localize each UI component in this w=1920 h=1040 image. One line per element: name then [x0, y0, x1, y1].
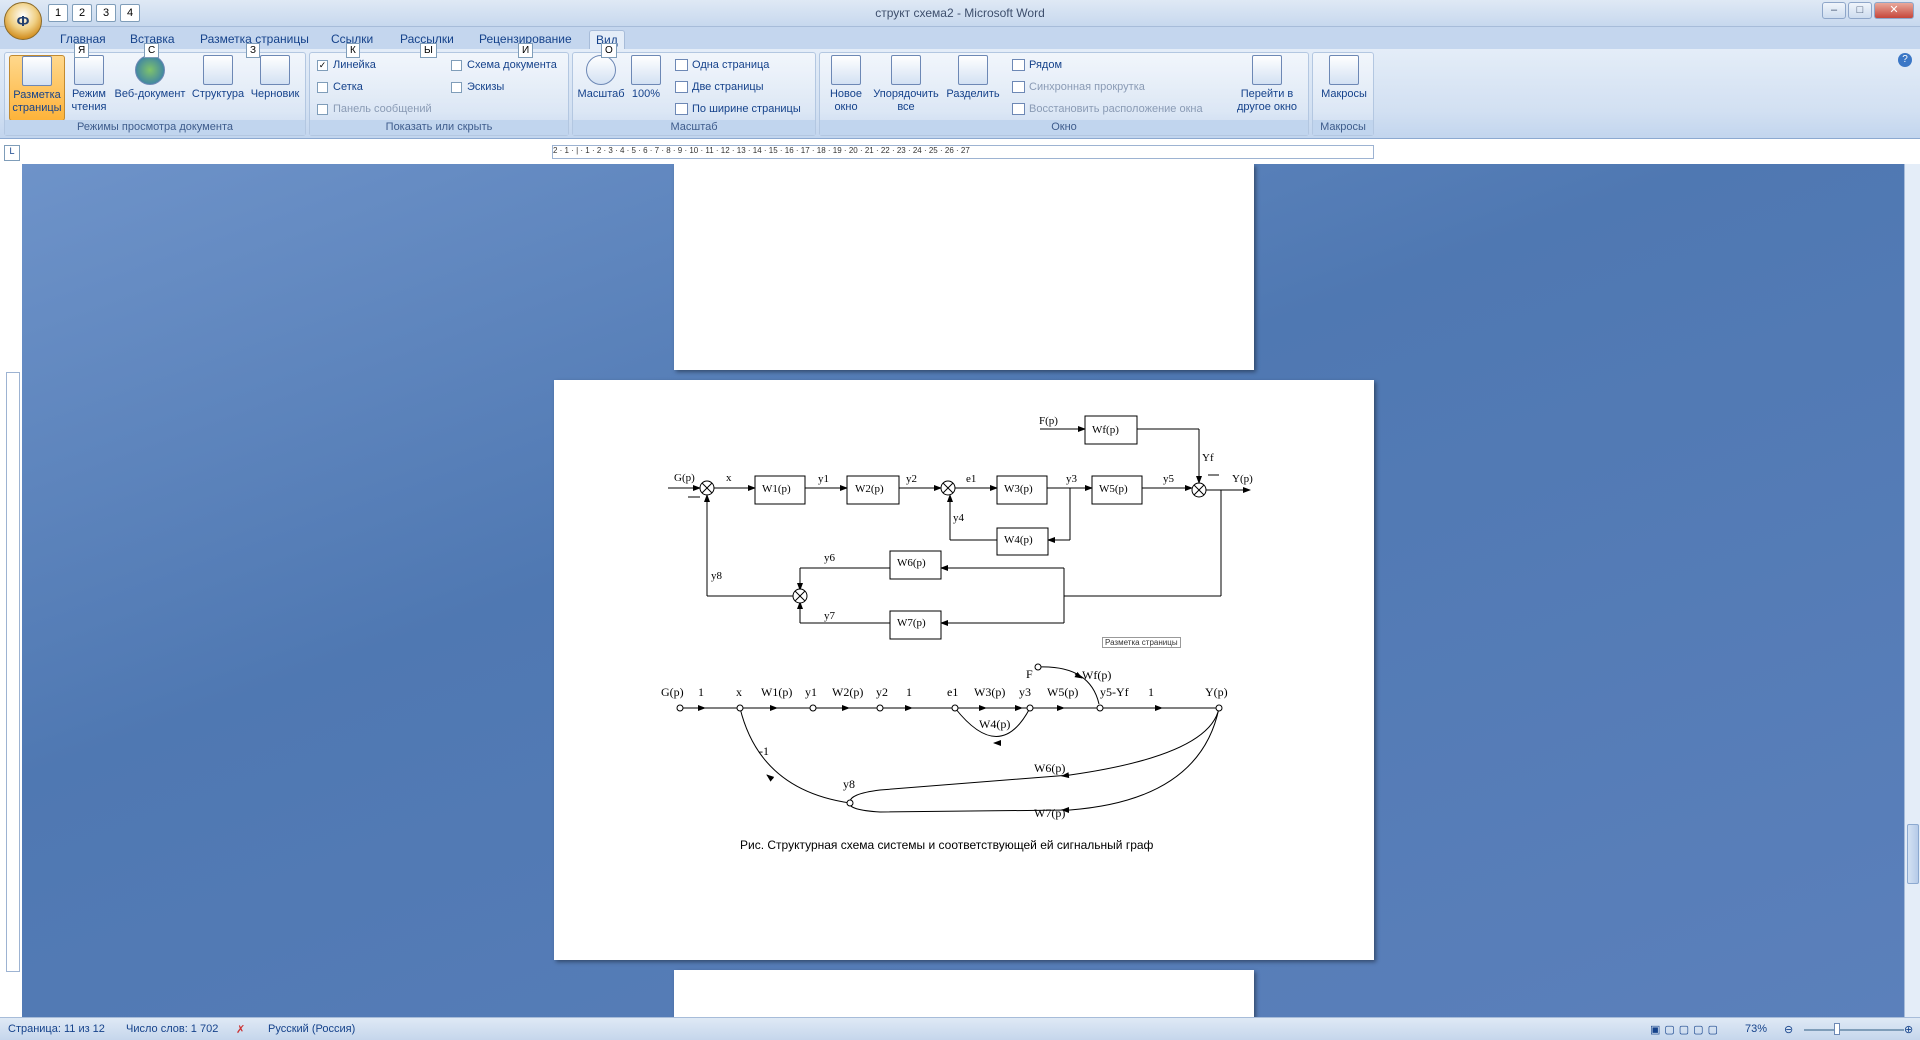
label-x: x [726, 472, 732, 484]
block-diagram [668, 415, 1251, 640]
status-bar: Страница: 11 из 12 Число слов: 1 702 ✗ Р… [0, 1017, 1920, 1040]
zoom-level[interactable]: 73% [1745, 1023, 1767, 1035]
keytip-page-layout: З [246, 43, 261, 58]
zoom-out-icon[interactable]: ⊖ [1784, 1023, 1793, 1036]
label-Wf: Wf(p) [1092, 424, 1119, 436]
label-y4: y4 [953, 512, 965, 524]
scrollbar-thumb[interactable] [1907, 824, 1919, 884]
label-W5: W5(p) [1099, 483, 1128, 495]
keytip-home: Я [74, 43, 90, 58]
graph-label-W1: W1(p) [761, 685, 792, 699]
diagrams-svg: F(p) Wf(p) Yf G(p) x W1(p) y1 W2(p) y2 e… [661, 415, 1253, 820]
graph-label-x: x [736, 685, 742, 699]
keytip-view: О [601, 43, 617, 58]
spellcheck-icon[interactable]: ✗ [236, 1023, 245, 1036]
graph-label-y2: y2 [876, 685, 888, 699]
graph-label-F: F [1026, 667, 1033, 681]
label-y6: y6 [824, 552, 836, 564]
label-W6: W6(p) [897, 557, 926, 569]
zoom-slider-thumb[interactable] [1834, 1023, 1840, 1035]
label-y5: y5 [1163, 473, 1175, 485]
label-y1: y1 [818, 473, 829, 485]
label-W3: W3(p) [1004, 483, 1033, 495]
word-count[interactable]: Число слов: 1 702 [126, 1023, 218, 1035]
graph-label-W7: W7(p) [1034, 806, 1065, 820]
label-y3: y3 [1066, 473, 1078, 485]
graph-label-Wf: Wf(p) [1082, 668, 1111, 682]
label-G: G(p) [674, 472, 695, 484]
graph-label-W3: W3(p) [974, 685, 1005, 699]
zoom-in-icon[interactable]: ⊕ [1904, 1023, 1913, 1036]
graph-label-y1: y1 [805, 685, 817, 699]
keytip-insert: С [144, 43, 160, 58]
graph-label-y5Yf: y5-Yf [1100, 685, 1129, 699]
graph-label-one3: 1 [1148, 685, 1154, 699]
keytip-mailings: Ы [420, 43, 437, 58]
label-y7: y7 [824, 610, 836, 622]
label-y2: y2 [906, 473, 917, 485]
label-F: F(p) [1039, 415, 1058, 427]
graph-label-G: G(p) [661, 685, 684, 699]
graph-label-W4: W4(p) [979, 717, 1010, 731]
keytip-references: К [346, 43, 360, 58]
label-W7: W7(p) [897, 617, 926, 629]
office-button[interactable]: Ф [4, 2, 42, 40]
label-Y: Y(p) [1232, 473, 1253, 485]
label-W4: W4(p) [1004, 534, 1033, 546]
label-W2: W2(p) [855, 483, 884, 495]
page-count[interactable]: Страница: 11 из 12 [8, 1023, 105, 1035]
graph-label-W5: W5(p) [1047, 685, 1078, 699]
view-buttons[interactable]: ▣▢▢▢▢ [1650, 1023, 1722, 1036]
graph-label-e1: e1 [947, 685, 958, 699]
graph-label-y8: y8 [843, 777, 855, 791]
keytip-review: И [518, 43, 534, 58]
graph-label-minus1: -1 [759, 744, 769, 758]
label-Yf: Yf [1202, 452, 1214, 464]
zoom-slider[interactable] [1804, 1029, 1904, 1031]
label-y8: y8 [711, 570, 723, 582]
graph-label-one2: 1 [906, 685, 912, 699]
language[interactable]: Русский (Россия) [268, 1023, 355, 1035]
graph-label-W2: W2(p) [832, 685, 863, 699]
figure-caption: Рис. Структурная схема системы и соответ… [740, 838, 1154, 852]
tooltip: Разметка страницы [1102, 637, 1181, 648]
label-W1: W1(p) [762, 483, 791, 495]
label-e1: e1 [966, 473, 976, 485]
graph-label-one1: 1 [698, 685, 704, 699]
vertical-scrollbar[interactable] [1904, 164, 1920, 1017]
graph-label-Y: Y(p) [1205, 685, 1228, 699]
graph-label-y3: y3 [1019, 685, 1031, 699]
graph-label-W6: W6(p) [1034, 761, 1065, 775]
